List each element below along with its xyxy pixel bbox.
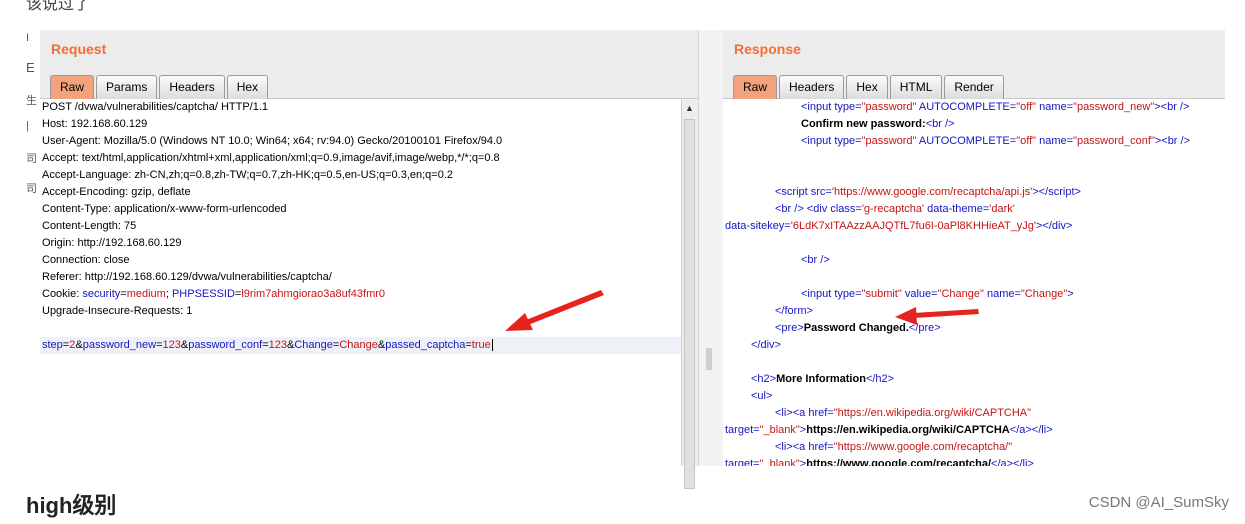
margin-glyph: 司	[26, 183, 37, 195]
cookie-line: Cookie: security=medium; PHPSESSID=l9rim…	[42, 288, 386, 300]
request-title: Request	[51, 41, 107, 57]
margin-glyph: 生	[26, 95, 37, 107]
margin-glyph: E	[26, 60, 35, 75]
tab-raw[interactable]: Raw	[733, 75, 778, 99]
response-title: Response	[734, 41, 801, 57]
response-line: <pre>Password Changed.</pre>	[775, 322, 941, 334]
cookie-value: medium	[126, 288, 166, 300]
text-cursor	[491, 339, 493, 352]
request-line: Upgrade-Insecure-Requests: 1	[42, 305, 193, 317]
margin-glyph: 司	[26, 153, 37, 165]
response-panel: Response Raw Headers Hex HTML Render <in…	[723, 30, 1225, 466]
param-key: password_new	[82, 339, 157, 351]
request-header: Request Raw Params Headers Hex	[40, 30, 698, 99]
request-line: Accept-Encoding: gzip, deflate	[42, 186, 191, 198]
response-line: <br /> <div class='g-recaptcha' data-the…	[775, 203, 1015, 215]
scroll-up-arrow-icon[interactable]: ▲	[685, 103, 694, 113]
param-value: true	[471, 339, 491, 351]
request-line: Origin: http://192.168.60.129	[42, 237, 182, 249]
tab-params[interactable]: Params	[96, 75, 158, 99]
response-line: <input type="password" AUTOCOMPLETE="off…	[801, 135, 1191, 147]
panel-splitter[interactable]	[699, 30, 723, 466]
param-key: Change	[294, 339, 333, 351]
request-panel: Request Raw Params Headers Hex POST /dvw…	[40, 30, 699, 489]
splitter-grip[interactable]	[706, 348, 712, 370]
request-line: Content-Type: application/x-www-form-url…	[42, 203, 287, 215]
response-tabs: Raw Headers Hex HTML Render	[733, 75, 1006, 99]
param-value: Change	[339, 339, 378, 351]
response-line: <script src='https://www.google.com/reca…	[775, 186, 1081, 198]
margin-glyph: |	[26, 120, 29, 132]
response-line: data-sitekey='6LdK7xITAAzzAAJQTfL7fu6I-0…	[725, 220, 1073, 232]
request-scrollbar[interactable]: ▲	[681, 99, 698, 489]
response-line: <input type="submit" value="Change" name…	[801, 288, 1074, 300]
param-value: 123	[162, 339, 181, 351]
response-line: <li><a href="https://www.google.com/reca…	[775, 441, 1013, 453]
response-line: Confirm new password:<br />	[801, 118, 955, 130]
cookie-prefix: Cookie:	[42, 288, 83, 300]
param-key: step	[42, 339, 63, 351]
request-line: Host: 192.168.60.129	[42, 118, 148, 130]
section-heading: high级别	[26, 493, 117, 518]
param-key: password_conf	[188, 339, 263, 351]
tab-hex[interactable]: Hex	[226, 75, 269, 99]
watermark: CSDN @AI_SumSky	[1088, 494, 1229, 511]
response-line: <li><a href="https://en.wikipedia.org/wi…	[775, 407, 1032, 419]
tab-headers[interactable]: Headers	[159, 75, 225, 99]
cut-off-text: 该说过了	[26, 0, 91, 13]
request-line: User-Agent: Mozilla/5.0 (Windows NT 10.0…	[42, 135, 503, 147]
request-line: Accept-Language: zh-CN,zh;q=0.8,zh-TW;q=…	[42, 169, 454, 181]
response-line: </form>	[775, 305, 813, 317]
request-line: Content-Length: 75	[42, 220, 137, 232]
tab-render[interactable]: Render	[944, 75, 1004, 99]
response-line: target="_blank">https://www.google.com/r…	[725, 458, 1034, 466]
request-tabs: Raw Params Headers Hex	[50, 75, 270, 99]
request-line: Connection: close	[42, 254, 130, 266]
param-key: passed_captcha	[385, 339, 466, 351]
tab-headers[interactable]: Headers	[779, 75, 845, 99]
response-line: <h2>More Information</h2>	[751, 373, 895, 385]
response-line: <ul>	[751, 390, 773, 402]
request-line: Referer: http://192.168.60.129/dvwa/vuln…	[42, 271, 332, 283]
response-line: <input type="password" AUTOCOMPLETE="off…	[801, 101, 1190, 113]
request-line: Accept: text/html,application/xhtml+xml,…	[42, 152, 500, 164]
body-params-line[interactable]: step=2&password_new=123&password_conf=12…	[42, 337, 493, 354]
cookie-key: PHPSESSID	[171, 288, 235, 300]
response-header: Response Raw Headers Hex HTML Render	[723, 30, 1225, 99]
response-line: <br />	[801, 254, 830, 266]
param-value: 2	[69, 339, 76, 351]
tab-html[interactable]: HTML	[889, 75, 943, 99]
request-editor[interactable]: POST /dvwa/vulnerabilities/captcha/ HTTP…	[40, 99, 682, 466]
scrollbar-thumb[interactable]	[684, 119, 695, 489]
tab-hex[interactable]: Hex	[846, 75, 888, 99]
request-line: POST /dvwa/vulnerabilities/captcha/ HTTP…	[42, 101, 269, 113]
param-value: 123	[268, 339, 288, 351]
cookie-value: l9rim7ahmgiorao3a8uf43fmr0	[241, 288, 386, 300]
response-viewer[interactable]: <input type="password" AUTOCOMPLETE="off…	[723, 99, 1225, 466]
response-line: </div>	[751, 339, 781, 351]
cookie-key: security	[82, 288, 121, 300]
margin-glyph: I	[26, 32, 30, 44]
response-line: target="_blank">https://en.wikipedia.org…	[725, 424, 1053, 436]
tab-raw[interactable]: Raw	[50, 75, 95, 99]
